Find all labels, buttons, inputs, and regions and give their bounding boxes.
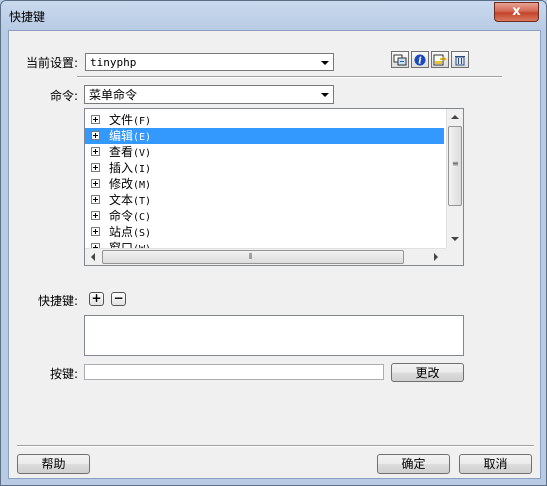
expand-icon[interactable] xyxy=(91,179,100,188)
tree-item-hotkey: (I) xyxy=(133,164,152,175)
tree-item-insert[interactable]: 插入(I) xyxy=(85,160,445,176)
remove-shortcut-button[interactable]: − xyxy=(111,292,126,306)
expand-icon[interactable] xyxy=(91,195,100,204)
tree-item-label: 编辑 xyxy=(109,129,134,143)
tree-item-label: 修改 xyxy=(109,177,134,191)
tree-item-hotkey: (V) xyxy=(133,148,152,159)
tree-item-site[interactable]: 站点(S) xyxy=(85,224,445,240)
cancel-button[interactable]: 取消 xyxy=(459,454,532,474)
vertical-scrollbar[interactable]: ≡ xyxy=(446,109,463,250)
set-toolbar: i xyxy=(391,51,469,69)
ok-button[interactable]: 确定 xyxy=(377,454,450,474)
tree-item-hotkey: (C) xyxy=(133,212,152,223)
export-set-button[interactable] xyxy=(431,51,449,68)
shortcut-list[interactable] xyxy=(84,315,464,356)
divider xyxy=(77,76,502,78)
grip-icon: ≡ xyxy=(452,159,459,168)
tree-item-label: 文本 xyxy=(109,193,134,207)
chevron-down-icon xyxy=(321,93,329,97)
tree-item-text-menu[interactable]: 文本(T) xyxy=(85,192,445,208)
expand-icon[interactable] xyxy=(91,147,100,156)
current-set-value: tinyphp xyxy=(90,56,137,69)
window-title: 快捷键 xyxy=(9,10,46,24)
expand-icon[interactable] xyxy=(91,131,100,140)
tree-item-hotkey: (S) xyxy=(133,228,152,239)
shortcuts-label: 快捷键: xyxy=(38,294,79,308)
scroll-up-icon[interactable] xyxy=(451,115,459,119)
keypress-input[interactable] xyxy=(84,364,384,380)
duplicate-set-button[interactable] xyxy=(391,51,409,68)
add-shortcut-button[interactable]: + xyxy=(89,292,104,306)
set-info-button[interactable]: i xyxy=(411,51,429,68)
tree-item-hotkey: (T) xyxy=(133,196,152,207)
scroll-right-icon[interactable] xyxy=(434,253,438,261)
tree-item-label: 命令 xyxy=(109,209,134,223)
change-button[interactable]: 更改 xyxy=(391,363,464,382)
tree-item-edit[interactable]: 编辑(E) xyxy=(85,128,444,144)
tree-item-label: 文件 xyxy=(109,113,134,127)
tree-item-file[interactable]: 文件(F) xyxy=(85,112,445,128)
shortcuts-dialog: 快捷键 x 当前设置: tinyphp i 命令: 菜单命令 文件(F) 编辑(… xyxy=(0,0,547,486)
tree-item-commands[interactable]: 命令(C) xyxy=(85,208,445,224)
tree-item-label: 查看 xyxy=(109,145,134,159)
tree-item-hotkey: (E) xyxy=(133,132,152,143)
tree-item-label: 插入 xyxy=(109,161,134,175)
footer-divider xyxy=(17,445,534,447)
commands-label: 命令: xyxy=(50,89,79,103)
vertical-scroll-thumb[interactable]: ≡ xyxy=(448,126,462,206)
svg-text:i: i xyxy=(418,56,422,66)
command-tree[interactable]: 文件(F) 编辑(E) 查看(V) 插入(I) 修改(M) 文本(T) 命令(C… xyxy=(84,108,464,266)
current-set-label: 当前设置: xyxy=(26,56,79,70)
expand-icon[interactable] xyxy=(91,211,100,220)
current-set-select[interactable]: tinyphp xyxy=(85,53,334,71)
title-bar[interactable]: 快捷键 x xyxy=(1,1,546,29)
trash-icon xyxy=(455,55,465,65)
tree-item-hotkey: (F) xyxy=(133,116,152,127)
duplicate-set-icon xyxy=(393,54,407,65)
help-button[interactable]: 帮助 xyxy=(17,454,90,474)
horizontal-scroll-thumb[interactable]: ⦀ xyxy=(102,250,404,264)
keypress-label: 按键: xyxy=(50,367,79,381)
scroll-left-icon[interactable] xyxy=(91,253,95,261)
export-html-icon xyxy=(433,54,447,65)
tree-item-hotkey: (M) xyxy=(133,180,152,191)
grip-icon: ⦀ xyxy=(249,252,253,261)
tree-item-view[interactable]: 查看(V) xyxy=(85,144,445,160)
horizontal-scrollbar[interactable]: ⦀ xyxy=(85,248,448,265)
chevron-down-icon xyxy=(321,61,329,65)
commands-value: 菜单命令 xyxy=(89,88,138,102)
expand-icon[interactable] xyxy=(91,227,100,236)
tree-item-modify[interactable]: 修改(M) xyxy=(85,176,445,192)
scroll-corner xyxy=(446,248,463,265)
close-button[interactable]: x xyxy=(494,2,539,22)
expand-icon[interactable] xyxy=(91,163,100,172)
expand-icon[interactable] xyxy=(91,115,100,124)
info-icon: i xyxy=(414,54,426,66)
commands-select[interactable]: 菜单命令 xyxy=(84,85,334,104)
scroll-down-icon[interactable] xyxy=(451,237,459,241)
dialog-body: 当前设置: tinyphp i 命令: 菜单命令 文件(F) 编辑(E) 查看(… xyxy=(8,30,541,479)
tree-item-label: 站点 xyxy=(109,225,134,239)
delete-set-button[interactable] xyxy=(451,51,469,68)
